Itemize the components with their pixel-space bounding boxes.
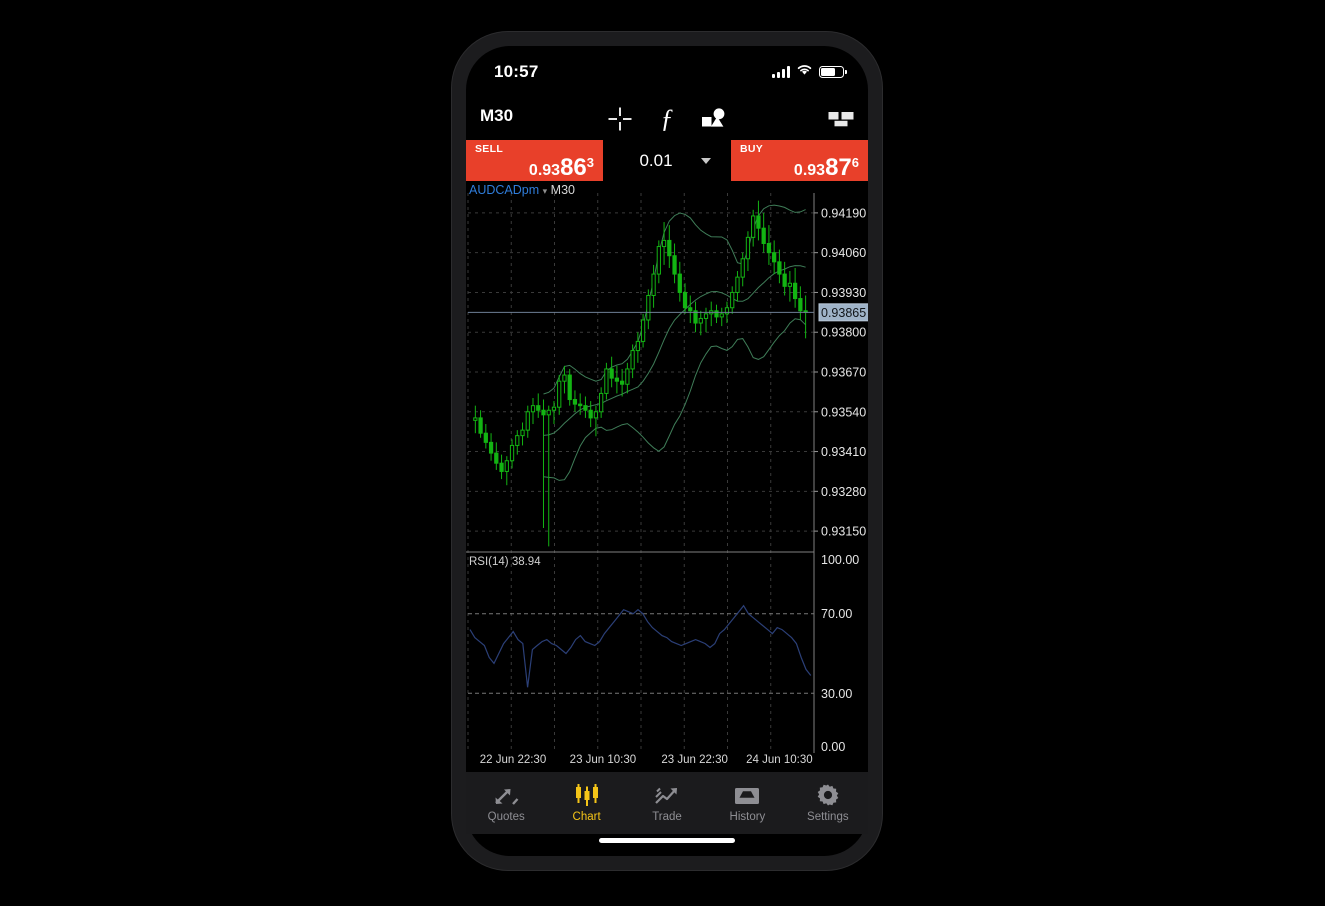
chart-symbol[interactable]: AUDCADpm: [469, 183, 539, 197]
tab-settings[interactable]: Settings: [788, 783, 868, 823]
function-fx-icon[interactable]: ƒ: [650, 102, 684, 136]
svg-text:100.00: 100.00: [821, 553, 859, 567]
svg-text:0.93865: 0.93865: [821, 306, 866, 320]
signal-bars-icon: [772, 66, 790, 78]
sell-price-sup: 3: [586, 155, 594, 170]
screenshot-root: 10:57 M30 ƒ SELL 0.93 86 3 0.01 BUY 0.93…: [0, 0, 1325, 906]
trade-trend-icon: [654, 783, 680, 807]
home-indicator: [599, 838, 735, 843]
tab-chart[interactable]: Chart: [546, 783, 626, 823]
sell-price-prefix: 0.93: [528, 162, 561, 179]
trade-bar: SELL 0.93 86 3 0.01 BUY 0.93 87 6: [466, 140, 868, 181]
volume-selector[interactable]: 0.01: [603, 140, 731, 181]
chart-timeframe: M30: [550, 183, 575, 197]
gear-icon: [816, 783, 840, 807]
quotes-arrows-icon: [493, 783, 519, 807]
volume-value: 0.01: [639, 150, 673, 170]
timeframe-button[interactable]: M30: [480, 106, 513, 126]
svg-text:0.93150: 0.93150: [821, 525, 866, 539]
sell-price: 0.93 86 3: [528, 154, 594, 181]
chart-layout-icon[interactable]: [824, 102, 858, 136]
svg-text:0.00: 0.00: [821, 740, 845, 754]
svg-text:0.93670: 0.93670: [821, 366, 866, 380]
buy-price: 0.93 87 6: [793, 154, 859, 181]
tab-history[interactable]: History: [707, 783, 787, 823]
bottom-tabbar: Quotes Chart Trade History Settings: [466, 772, 868, 834]
buy-price-prefix: 0.93: [793, 162, 826, 179]
chart-symbol-header[interactable]: AUDCADpm ▾ M30: [469, 183, 575, 197]
wifi-icon: [796, 63, 813, 81]
tab-chart-label: Chart: [572, 811, 601, 823]
phone-notch: [585, 46, 749, 74]
svg-text:0.94190: 0.94190: [821, 206, 866, 220]
svg-text:23 Jun 10:30: 23 Jun 10:30: [570, 754, 637, 766]
sell-button[interactable]: SELL 0.93 86 3: [466, 140, 603, 181]
svg-text:70.00: 70.00: [821, 607, 852, 621]
objects-icon[interactable]: [696, 102, 730, 136]
buy-price-sup: 6: [851, 155, 859, 170]
svg-text:0.93410: 0.93410: [821, 445, 866, 459]
status-time: 10:57: [494, 62, 539, 81]
svg-text:0.93930: 0.93930: [821, 286, 866, 300]
chevron-down-icon[interactable]: [701, 158, 711, 164]
sell-price-big: 86: [560, 154, 587, 181]
svg-text:0.93280: 0.93280: [821, 485, 866, 499]
battery-icon: [819, 66, 847, 78]
tab-quotes[interactable]: Quotes: [466, 783, 546, 823]
history-tray-icon: [734, 783, 760, 807]
candlestick-icon: [574, 783, 600, 807]
svg-text:24 Jun 10:30: 24 Jun 10:30: [746, 754, 813, 766]
crosshair-icon[interactable]: [603, 102, 637, 136]
tab-trade[interactable]: Trade: [627, 783, 707, 823]
buy-price-big: 87: [825, 154, 852, 181]
buy-button[interactable]: BUY 0.93 87 6: [731, 140, 868, 181]
chart-canvas[interactable]: 0.94190 0.94060 0.93930 0.93800 0.93670 0.935…: [466, 181, 868, 772]
svg-text:23 Jun 22:30: 23 Jun 22:30: [661, 754, 728, 766]
svg-text:0.93540: 0.93540: [821, 405, 866, 419]
svg-text:0.94060: 0.94060: [821, 246, 866, 260]
svg-text:22 Jun 22:30: 22 Jun 22:30: [480, 754, 547, 766]
tab-settings-label: Settings: [807, 811, 849, 823]
app-toolbar: M30 ƒ: [466, 98, 868, 140]
chevron-down-icon[interactable]: ▾: [543, 186, 548, 196]
svg-text:0.93800: 0.93800: [821, 326, 866, 340]
buy-label: BUY: [740, 143, 764, 155]
tab-trade-label: Trade: [652, 811, 682, 823]
chart-area[interactable]: 0.94190 0.94060 0.93930 0.93800 0.93670 0.935…: [466, 181, 868, 772]
rsi-indicator-label[interactable]: RSI(14) 38.94: [469, 556, 541, 568]
svg-text:30.00: 30.00: [821, 687, 852, 701]
tab-history-label: History: [729, 811, 766, 823]
tab-quotes-label: Quotes: [487, 811, 525, 823]
sell-label: SELL: [475, 143, 504, 155]
status-indicators: [772, 63, 847, 81]
